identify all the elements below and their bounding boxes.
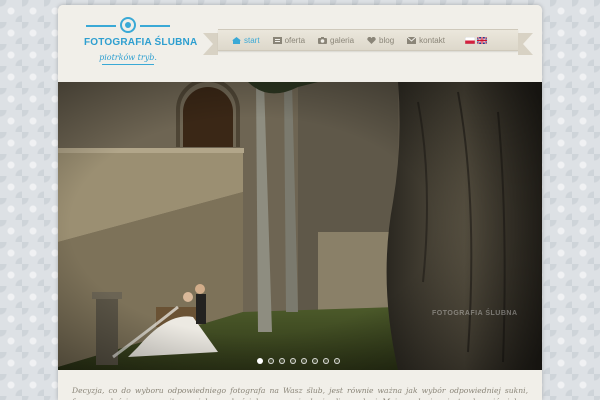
ribbon-tail-left: [203, 33, 218, 55]
slider-dot-6[interactable]: [312, 358, 318, 364]
logo-line-left: [86, 25, 116, 27]
slider-dot-1[interactable]: [257, 358, 263, 364]
offer-icon: [272, 36, 282, 44]
nav-item-start[interactable]: start: [232, 30, 260, 50]
envelope-icon: [407, 36, 417, 44]
slider-pagination: [257, 358, 340, 366]
logo-line-right: [140, 25, 170, 27]
nav-label-oferta: oferta: [284, 35, 306, 45]
logo-title: FOTOGRAFIA ŚLUBNA: [84, 37, 198, 48]
hero-photo: [58, 82, 542, 370]
photo-watermark: FOTOGRAFIA ŚLUBNA: [432, 310, 518, 317]
flag-pl-icon[interactable]: [464, 36, 475, 44]
nav-label-kontakt: kontakt: [419, 35, 445, 45]
logo-underline: [102, 64, 154, 65]
nav-label-blog: blog: [379, 35, 395, 45]
slider-dot-8[interactable]: [334, 358, 340, 364]
slider-dot-7[interactable]: [323, 358, 329, 364]
flag-en-icon[interactable]: [476, 36, 487, 44]
header: FOTOGRAFIA ŚLUBNA piotrków tryb. start o…: [58, 5, 542, 82]
intro-paragraph: Decyzja, co do wyboru odpowiedniego foto…: [72, 385, 528, 400]
main-nav: start oferta galeria blog kontakt: [218, 30, 489, 50]
slider-dot-3[interactable]: [279, 358, 285, 364]
nav-item-blog[interactable]: blog: [367, 30, 394, 50]
ribbon-tail-right: [518, 33, 533, 55]
nav-item-galeria[interactable]: galeria: [318, 30, 354, 50]
slider-dot-5[interactable]: [301, 358, 307, 364]
slider-dot-4[interactable]: [290, 358, 296, 364]
slider-dot-2[interactable]: [268, 358, 274, 364]
logo[interactable]: FOTOGRAFIA ŚLUBNA piotrków tryb.: [84, 17, 198, 69]
nav-label-galeria: galeria: [330, 35, 355, 45]
nav-item-oferta[interactable]: oferta: [272, 30, 306, 50]
logo-subtitle: piotrków tryb.: [99, 53, 157, 62]
page-container: FOTOGRAFIA ŚLUBNA piotrków tryb. start o…: [58, 5, 542, 400]
heart-icon: [367, 36, 376, 44]
nav-label-start: start: [244, 35, 260, 45]
nav-item-kontakt[interactable]: kontakt: [407, 30, 445, 50]
camera-icon: [318, 36, 328, 44]
language-switcher: [464, 30, 489, 50]
main-nav-ribbon: start oferta galeria blog kontakt: [218, 29, 518, 51]
home-icon: [232, 36, 241, 44]
hero-slider[interactable]: FOTOGRAFIA ŚLUBNA: [58, 82, 542, 370]
camera-aperture-icon: [120, 17, 136, 33]
